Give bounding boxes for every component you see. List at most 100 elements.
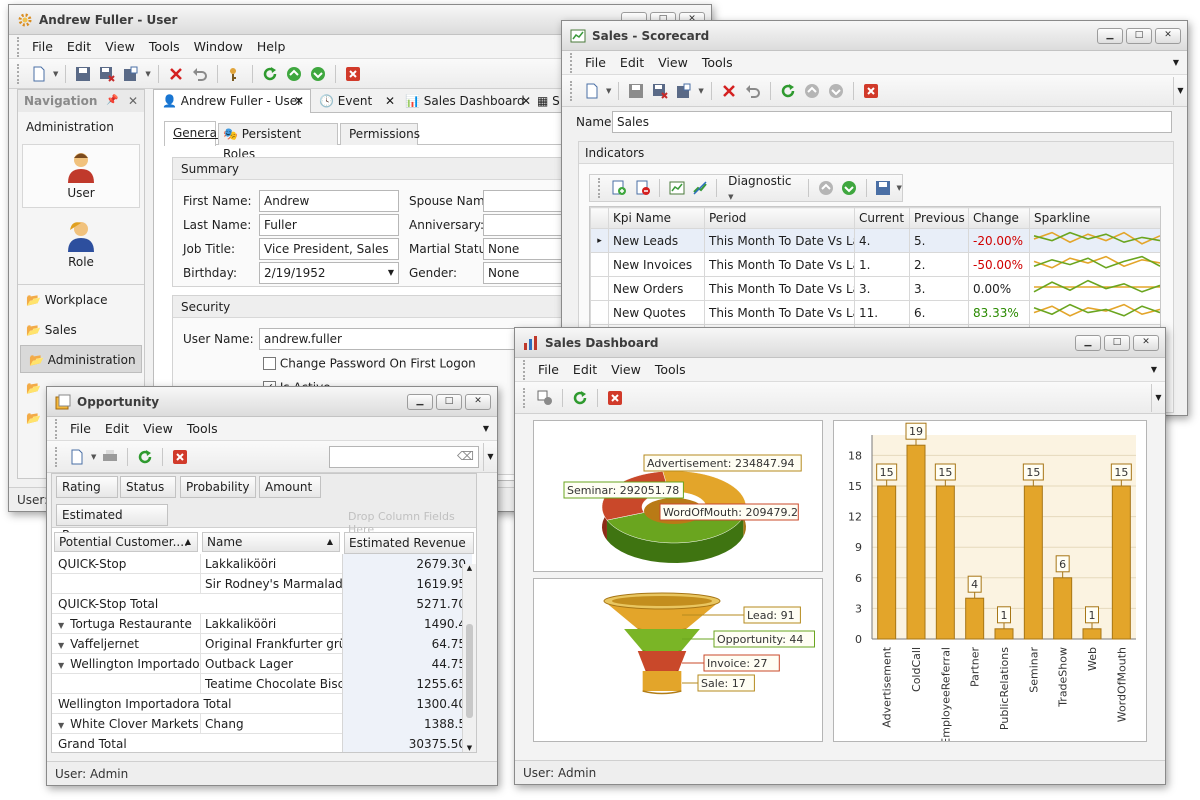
- opportunity-titlebar[interactable]: Opportunity ▁ □ ✕: [47, 387, 497, 417]
- field-button-amount[interactable]: Amount: [259, 476, 321, 498]
- previous-icon[interactable]: [802, 81, 822, 101]
- pivot-customer-cell[interactable]: ▼ Vaffeljernet: [52, 634, 200, 654]
- refresh-icon[interactable]: [260, 64, 280, 84]
- save-new-icon[interactable]: [121, 64, 141, 84]
- field-button-estimated-revenue[interactable]: Estimated Revenue: [56, 504, 168, 542]
- subtab-permissions[interactable]: Permissions: [340, 123, 420, 145]
- pivot-value-cell[interactable]: 5271.70: [342, 594, 472, 614]
- new-icon[interactable]: [29, 64, 49, 84]
- chevron-down-icon[interactable]: ▼: [58, 621, 64, 630]
- pivot-value-cell[interactable]: 1300.40: [342, 694, 472, 714]
- new-dropdown-icon[interactable]: ▼: [91, 453, 96, 461]
- tab-sales-dashboard[interactable]: 📊 Sales Dashboard ✕: [401, 91, 531, 113]
- pivot-column-header[interactable]: Name ▲: [202, 532, 340, 552]
- save-icon[interactable]: [73, 64, 93, 84]
- pivot-customer-cell[interactable]: ▼ Wellington Importadora: [52, 654, 200, 674]
- pivot-row[interactable]: Grand Total 30375.50: [52, 734, 476, 752]
- close-view-icon[interactable]: [343, 64, 363, 84]
- menu-tools[interactable]: Tools: [695, 55, 740, 70]
- edit-chart-icon[interactable]: [690, 178, 709, 198]
- chevron-down-icon[interactable]: ▼: [388, 263, 394, 283]
- maximize-button[interactable]: □: [436, 393, 462, 410]
- menubar-grip[interactable]: [55, 418, 59, 439]
- vertical-scrollbar[interactable]: ▲ ▼: [462, 564, 476, 752]
- bar[interactable]: [1111, 485, 1131, 640]
- save-layout-icon[interactable]: [873, 178, 892, 198]
- period-cell[interactable]: This Month To Date Vs Last...: [704, 276, 855, 301]
- save-new-icon[interactable]: [674, 81, 694, 101]
- menu-edit[interactable]: Edit: [566, 362, 604, 377]
- kpi-name-cell[interactable]: New Leads: [608, 228, 705, 253]
- menu-tools[interactable]: Tools: [142, 39, 187, 54]
- previous-icon[interactable]: [816, 178, 835, 198]
- current-cell[interactable]: 1.: [854, 252, 910, 277]
- pivot-customer-cell[interactable]: QUICK-Stop: [52, 554, 200, 574]
- name-field[interactable]: Sales: [612, 111, 1172, 133]
- row-indicator[interactable]: ▸: [590, 228, 609, 253]
- pivot-name-cell[interactable]: Lakkalikööri: [200, 554, 342, 574]
- diagnostic-dropdown[interactable]: Diagnostic ▼: [724, 174, 801, 202]
- maximize-button[interactable]: □: [1126, 27, 1152, 44]
- current-cell[interactable]: 3.: [854, 276, 910, 301]
- pivot-value-cell[interactable]: 1388.5: [342, 714, 472, 734]
- save-icon[interactable]: [626, 81, 646, 101]
- menubar-grip[interactable]: [570, 52, 574, 73]
- previous-cell[interactable]: 6.: [909, 300, 969, 325]
- delete-icon[interactable]: [166, 64, 186, 84]
- scroll-up-icon[interactable]: ▲: [463, 564, 476, 572]
- row-indicator[interactable]: [590, 300, 609, 325]
- refresh-icon[interactable]: [135, 447, 155, 467]
- period-cell[interactable]: This Month To Date Vs Last...: [704, 300, 855, 325]
- funnel-segment[interactable]: [642, 671, 682, 691]
- pivot-name-cell[interactable]: Chang: [200, 714, 342, 734]
- remove-kpi-icon[interactable]: [633, 178, 652, 198]
- bar[interactable]: [877, 485, 897, 640]
- bar[interactable]: [1082, 628, 1102, 640]
- bar[interactable]: [1053, 577, 1073, 640]
- menubar-grip[interactable]: [523, 359, 527, 380]
- kpi-name-cell[interactable]: New Invoices: [608, 252, 705, 277]
- toolbar-overflow-icon[interactable]: ▼: [1151, 383, 1165, 412]
- eraser-icon[interactable]: ⌫: [457, 449, 474, 463]
- pivot-row[interactable]: ▼ Tortuga Restaurante Lakkalikööri 1490.4: [52, 614, 476, 634]
- minimize-button[interactable]: ▁: [1075, 334, 1101, 351]
- refresh-icon[interactable]: [778, 81, 798, 101]
- bar[interactable]: [994, 628, 1014, 640]
- pin-icon[interactable]: 📌: [106, 90, 118, 112]
- pie-chart-panel[interactable]: Advertisement: 234847.94 Seminar: 292051.…: [533, 420, 823, 572]
- pivot-customer-cell[interactable]: Grand Total: [52, 734, 342, 752]
- pivot-value-cell[interactable]: 2679.30: [342, 554, 472, 574]
- close-button[interactable]: ✕: [1133, 334, 1159, 351]
- tab-close-icon[interactable]: ✕: [385, 91, 395, 111]
- row-indicator[interactable]: [590, 276, 609, 301]
- pivot-value-cell[interactable]: 30375.50: [342, 734, 472, 752]
- toolbar-grip[interactable]: [55, 446, 59, 467]
- pivot-customer-cell[interactable]: Wellington Importadora Total: [52, 694, 342, 714]
- menu-file[interactable]: File: [25, 39, 60, 54]
- nav-item-user[interactable]: User: [22, 144, 140, 208]
- pivot-customer-cell[interactable]: ▼ Tortuga Restaurante: [52, 614, 200, 634]
- pivot-customer-cell[interactable]: [52, 674, 200, 694]
- next-icon[interactable]: [826, 81, 846, 101]
- pivot-name-cell[interactable]: Outback Lager: [200, 654, 342, 674]
- new-dropdown-icon[interactable]: ▼: [53, 70, 58, 78]
- search-input[interactable]: ⌫: [329, 445, 479, 468]
- pivot-value-cell[interactable]: 64.75: [342, 634, 472, 654]
- toolbar-grip[interactable]: [598, 178, 602, 198]
- refresh-icon[interactable]: [570, 388, 590, 408]
- menu-edit[interactable]: Edit: [98, 421, 136, 436]
- column-header[interactable]: Change: [968, 207, 1030, 229]
- print-icon[interactable]: [100, 447, 120, 467]
- minimize-button[interactable]: ▁: [407, 393, 433, 410]
- close-button[interactable]: ✕: [1155, 27, 1181, 44]
- next-icon[interactable]: [308, 64, 328, 84]
- save-close-icon[interactable]: [97, 64, 117, 84]
- field-button-status[interactable]: Status: [120, 476, 176, 498]
- change-cell[interactable]: 83.33%: [968, 300, 1030, 325]
- nav-item-role[interactable]: Role: [22, 214, 140, 278]
- current-cell[interactable]: 11.: [854, 300, 910, 325]
- add-kpi-icon[interactable]: [610, 178, 629, 198]
- pivot-row[interactable]: ▼ White Clover Markets Chang 1388.5: [52, 714, 476, 734]
- dashboard-titlebar[interactable]: Sales Dashboard ▁ □ ✕: [515, 328, 1165, 358]
- tab-user[interactable]: 👤 Andrew Fuller - User ✕: [153, 89, 311, 114]
